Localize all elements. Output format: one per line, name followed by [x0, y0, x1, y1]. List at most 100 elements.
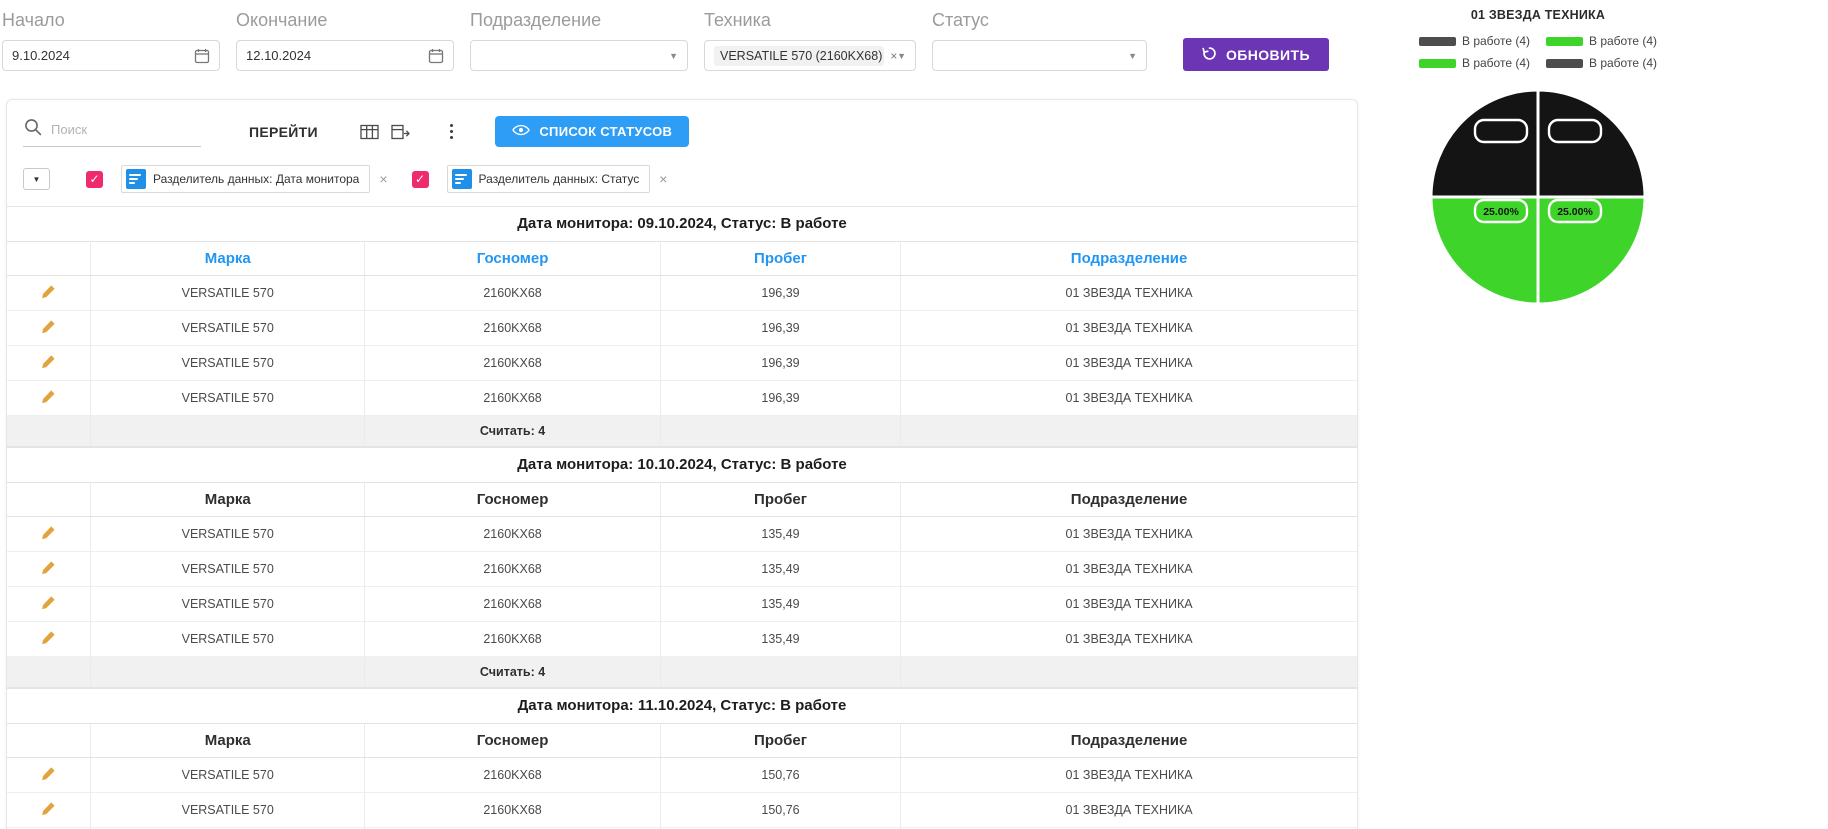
- close-icon[interactable]: ×: [379, 171, 387, 187]
- end-date-input[interactable]: [236, 40, 454, 71]
- refresh-button[interactable]: ОБНОВИТЬ: [1183, 38, 1329, 71]
- table-cell: 2160KX68: [364, 380, 661, 416]
- group-summary-count: Считать: 4: [364, 415, 661, 447]
- table-row[interactable]: VERSATILE 5702160KX68150,7601 ЗВЕЗДА ТЕХ…: [7, 757, 1357, 793]
- table-row[interactable]: VERSATILE 570 2160KX68 196,39 01 ЗВЕЗДА ТЕХ…: [7, 380, 1357, 416]
- pencil-icon[interactable]: [41, 284, 56, 299]
- pie-slice[interactable]: [1429, 88, 1540, 199]
- pencil-icon[interactable]: [41, 595, 56, 610]
- search-box[interactable]: [23, 117, 201, 147]
- group-row-header[interactable]: Дата монитора: 11.10.2024, Статус: В раб…: [7, 688, 1357, 723]
- status-list-button[interactable]: СПИСОК СТАТУСОВ: [495, 116, 690, 147]
- table-cell: VERSATILE 570: [90, 551, 366, 587]
- column-header[interactable]: Подразделение: [900, 241, 1357, 276]
- edit-cell: [7, 516, 92, 552]
- summary-cell: [7, 415, 92, 447]
- table-row[interactable]: VERSATILE 570 2160KX68 196,39 01 ЗВЕЗДА ТЕХ…: [7, 310, 1357, 346]
- chart-legend: В работе (4) В работе (4) В работе (4) В ра…: [1408, 34, 1668, 70]
- column-header[interactable]: Госномер: [364, 482, 661, 517]
- start-date-input[interactable]: [2, 40, 220, 71]
- column-header[interactable]: Пробег: [660, 723, 902, 758]
- table-cell: 2160KX68: [364, 586, 661, 622]
- table-row[interactable]: VERSATILE 570 2160KX68 135,49 01 ЗВЕЗДА ТЕХ…: [7, 586, 1357, 622]
- pie-slice[interactable]: [1536, 88, 1647, 199]
- calendar-icon[interactable]: [428, 48, 444, 64]
- export-icon[interactable]: [391, 124, 410, 140]
- pencil-icon[interactable]: [41, 319, 56, 334]
- table-cell: 196,39: [660, 275, 902, 311]
- group-chip-label: Разделитель данных: Дата монитора: [153, 172, 360, 186]
- search-input[interactable]: [51, 121, 201, 137]
- legend-label: В работе (4): [1589, 34, 1658, 48]
- department-select[interactable]: ▼: [470, 40, 688, 71]
- svg-text:25.00%: 25.00%: [1557, 206, 1593, 218]
- table-cell: 196,39: [660, 345, 902, 381]
- summary-cell: [7, 656, 92, 688]
- table-row[interactable]: VERSATILE 570 2160KX68 135,49 01 ЗВЕЗДА ТЕХ…: [7, 551, 1357, 587]
- table-cell: VERSATILE 570: [90, 380, 366, 416]
- table-row[interactable]: VERSATILE 570 2160KX68 135,49 01 ЗВЕЗДА ТЕХ…: [7, 516, 1357, 552]
- column-header[interactable]: Госномер: [364, 241, 661, 276]
- group-checkbox[interactable]: ✓: [86, 170, 103, 188]
- column-header[interactable]: Пробег: [660, 482, 902, 517]
- status-list-button-label: СПИСОК СТАТУСОВ: [539, 124, 673, 139]
- start-date-value[interactable]: [12, 48, 194, 63]
- legend-item[interactable]: В работе (4): [1546, 34, 1657, 48]
- group-row-header[interactable]: Дата монитора: 10.10.2024, Статус: В раб…: [7, 447, 1357, 482]
- group-chip-label: Разделитель данных: Статус: [478, 172, 640, 186]
- column-chooser-icon[interactable]: [360, 124, 379, 140]
- equipment-select[interactable]: VERSATILE 570 (2160KX68) × ▼: [704, 40, 916, 71]
- group-dropdown-button[interactable]: ▼: [23, 168, 50, 190]
- legend-item[interactable]: В работе (4): [1546, 56, 1657, 70]
- pencil-icon[interactable]: [41, 801, 56, 816]
- table-cell: 01 ЗВЕЗДА ТЕХНИКА: [900, 792, 1357, 828]
- group-chip[interactable]: Разделитель данных: Дата монитора: [121, 165, 371, 193]
- filter-department: Подразделение ▼: [470, 10, 688, 71]
- column-header[interactable]: Марка: [90, 723, 366, 758]
- close-icon[interactable]: ×: [659, 171, 667, 187]
- table-row[interactable]: VERSATILE 5702160KX68150,7601 ЗВЕЗДА ТЕХ…: [7, 792, 1357, 828]
- pencil-icon[interactable]: [41, 630, 56, 645]
- table-row[interactable]: VERSATILE 570 2160KX68 196,39 01 ЗВЕЗДА ТЕХ…: [7, 275, 1357, 311]
- legend-swatch: [1418, 36, 1456, 46]
- go-button[interactable]: ПЕРЕЙТИ: [249, 124, 318, 140]
- group-chip[interactable]: Разделитель данных: Статус: [446, 165, 651, 193]
- grid-toolbar: ПЕРЕЙТИ СПИСОК СТАТУСОВ: [7, 100, 1357, 157]
- table-cell: 135,49: [660, 586, 902, 622]
- pencil-icon[interactable]: [41, 766, 56, 781]
- pencil-icon[interactable]: [41, 525, 56, 540]
- group-checkbox[interactable]: ✓: [411, 170, 429, 188]
- pie-chart[interactable]: 25.00% 25.00%: [1427, 86, 1649, 308]
- more-menu-icon[interactable]: [444, 119, 460, 144]
- column-header[interactable]: Марка: [90, 482, 366, 517]
- group-row-header[interactable]: Дата монитора: 09.10.2024, Статус: В раб…: [7, 206, 1357, 241]
- pencil-icon[interactable]: [41, 354, 56, 369]
- table-cell: 2160KX68: [364, 310, 661, 346]
- table-cell: 01 ЗВЕЗДА ТЕХНИКА: [900, 516, 1357, 552]
- legend-item[interactable]: В работе (4): [1418, 34, 1530, 48]
- edit-cell: [7, 345, 92, 381]
- status-select[interactable]: ▼: [932, 40, 1147, 71]
- edit-cell: [7, 551, 92, 587]
- pencil-icon[interactable]: [41, 389, 56, 404]
- pencil-icon[interactable]: [41, 560, 56, 575]
- legend-item[interactable]: В работе (4): [1418, 56, 1530, 70]
- refresh-icon: [1202, 46, 1217, 64]
- legend-label: В работе (4): [1461, 56, 1530, 70]
- table-row[interactable]: VERSATILE 570 2160KX68 196,39 01 ЗВЕЗДА ТЕХ…: [7, 345, 1357, 381]
- column-header[interactable]: Госномер: [364, 723, 661, 758]
- calendar-icon[interactable]: [194, 48, 210, 64]
- legend-swatch: [1546, 58, 1583, 68]
- table-row[interactable]: VERSATILE 570 2160KX68 135,49 01 ЗВЕЗДА ТЕХ…: [7, 621, 1357, 657]
- column-header[interactable]: Марка: [90, 241, 366, 276]
- toolbar-icons: [360, 124, 410, 140]
- table-cell: 01 ЗВЕЗДА ТЕХНИКА: [900, 551, 1357, 587]
- column-header[interactable]: Подразделение: [900, 723, 1357, 758]
- table-cell: 150,76: [660, 792, 902, 828]
- column-header[interactable]: Пробег: [660, 241, 902, 276]
- table-cell: 01 ЗВЕЗДА ТЕХНИКА: [900, 380, 1357, 416]
- data-table: Марка Госномер Пробег Подразделение VERSATIL…: [7, 241, 1357, 447]
- end-date-value[interactable]: [246, 48, 428, 63]
- column-header[interactable]: Подразделение: [900, 482, 1357, 517]
- table-header-row: Марка Госномер Пробег Подразделение: [7, 241, 1357, 276]
